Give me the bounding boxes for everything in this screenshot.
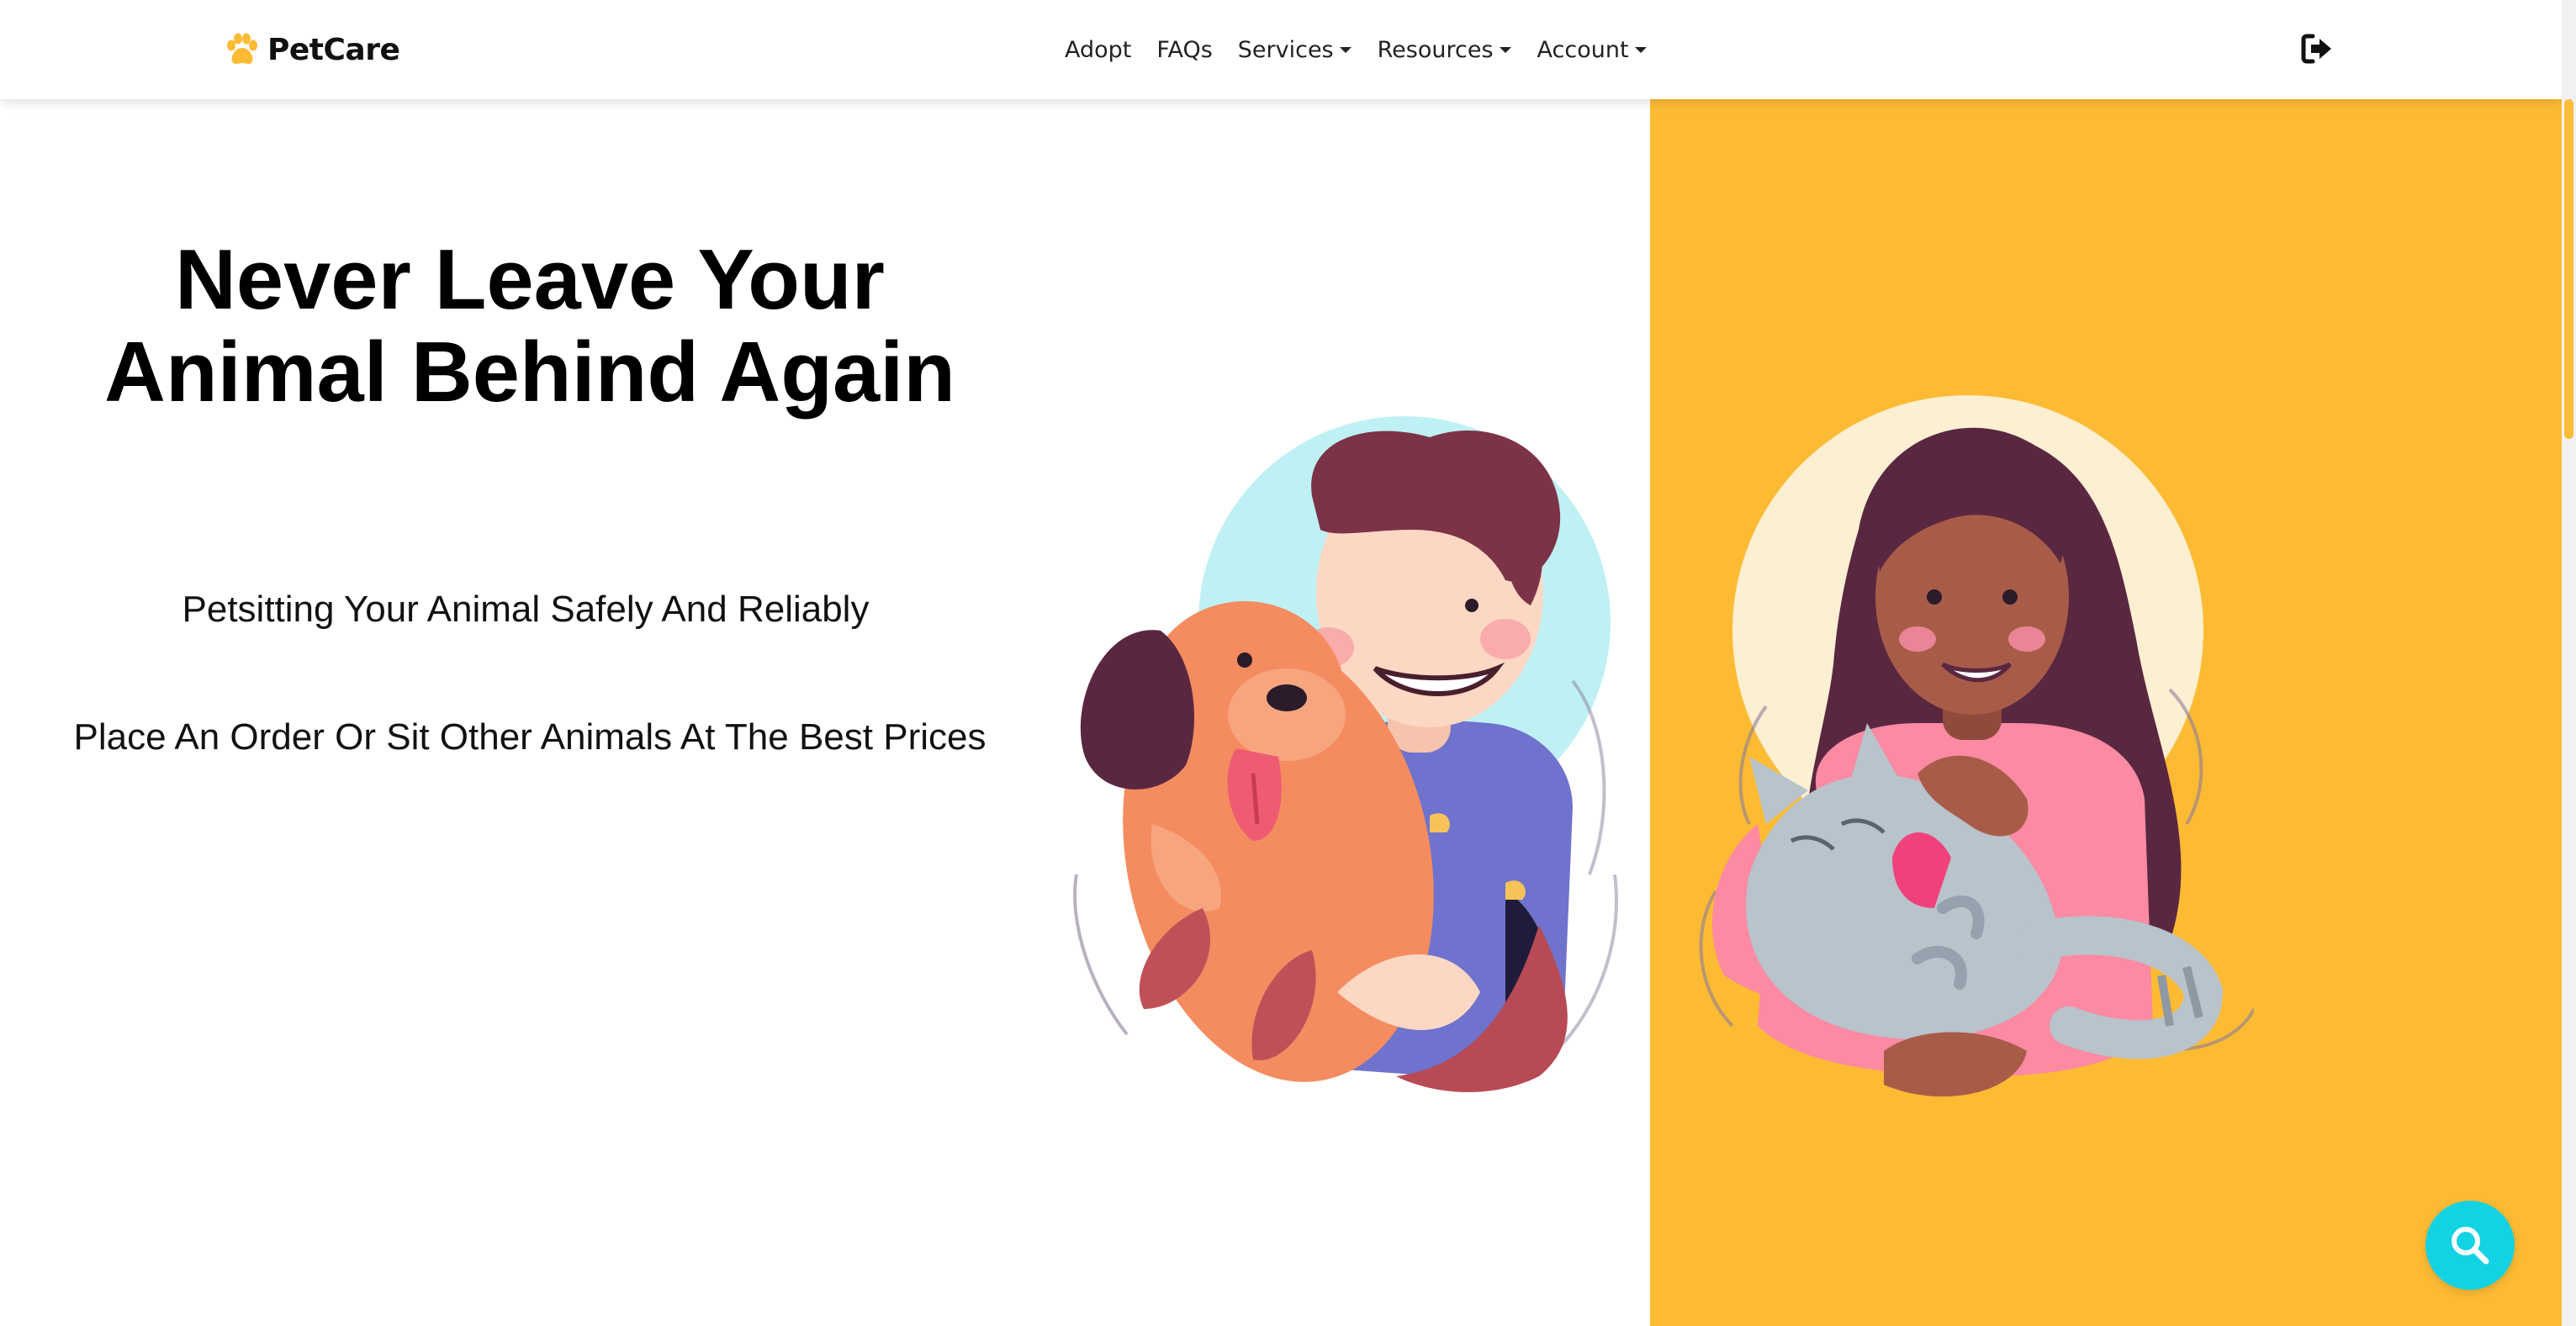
nav-link-label: Services (1237, 36, 1334, 63)
nav-link-label: Resources (1377, 36, 1494, 63)
search-icon (2452, 1227, 2489, 1265)
floating-search-button[interactable] (2425, 1201, 2515, 1290)
man-hugging-dog-illustration (1073, 416, 1618, 1092)
hero-title-line-1: Never Leave Your (174, 233, 885, 327)
hero-title: Never Leave Your Animal Behind Again (50, 234, 1009, 419)
hero-title-line-2: Animal Behind Again (104, 325, 955, 420)
main-nav: Adopt FAQs Services Resources Account (1065, 27, 1648, 72)
scrollbar-thumb[interactable] (2564, 99, 2573, 439)
nav-link-label: Adopt (1065, 36, 1132, 63)
page-scrollbar[interactable] (2562, 0, 2576, 1326)
paw-icon (227, 33, 257, 64)
nav-dropdown-services[interactable]: Services (1238, 37, 1352, 63)
caret-down-icon (1339, 47, 1351, 53)
sign-out-icon[interactable] (2299, 31, 2335, 66)
brand-logo-link[interactable]: PetCare (224, 27, 400, 72)
nav-dropdown-resources[interactable]: Resources (1378, 37, 1512, 63)
hero-tagline-primary: Petsitting Your Animal Safely And Reliab… (182, 589, 870, 630)
nav-dropdown-account[interactable]: Account (1537, 37, 1648, 63)
nav-link-adopt[interactable]: Adopt (1065, 37, 1131, 63)
nav-link-label: FAQs (1156, 36, 1213, 63)
top-navbar: PetCare Adopt FAQs Services Resources Ac… (0, 0, 2562, 99)
nav-link-label: Account (1537, 36, 1629, 63)
caret-down-icon (1634, 47, 1647, 53)
nav-link-faqs[interactable]: FAQs (1156, 37, 1212, 63)
caret-down-icon (1499, 47, 1511, 53)
hero-tagline-secondary: Place An Order Or Sit Other Animals At T… (73, 716, 986, 758)
brand-name: PetCare (267, 32, 400, 67)
woman-holding-cat-illustration (1699, 395, 2254, 1097)
